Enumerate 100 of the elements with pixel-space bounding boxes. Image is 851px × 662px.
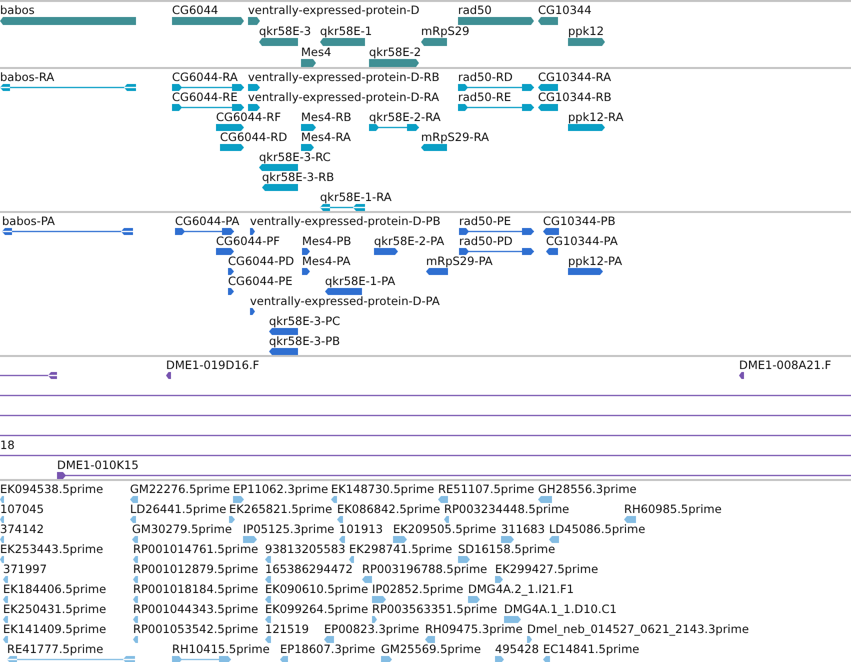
feature-label: RP001018184.5prime: [133, 583, 258, 595]
feature-label: 107045: [0, 503, 44, 515]
feature-label: rad50-RD: [458, 71, 514, 83]
feature-label: RP001053542.5prime: [133, 623, 258, 635]
feature-label: 371997: [3, 563, 47, 575]
feature-label: 101913: [339, 523, 383, 535]
feature-label: EK265821.5prime: [229, 503, 332, 515]
feature-label: RH60985.5prime: [624, 503, 722, 515]
feature-label: rad50-PE: [459, 215, 512, 227]
feature-label: CG6044: [172, 4, 220, 16]
feature-label: rad50-RE: [458, 91, 512, 103]
feature-label: 495428: [495, 643, 539, 655]
feature-label: babos-RA: [0, 71, 56, 83]
feature-label: rad50: [458, 4, 493, 16]
feature-label: EK250431.5prime: [3, 603, 106, 615]
feature-label: EK299427.5prime: [495, 563, 598, 575]
feature-label: CG10344-PB: [543, 215, 616, 227]
feature-label: ppk12: [568, 25, 605, 37]
feature-label: EK148730.5prime: [331, 483, 434, 495]
feature-label: ventrally-expressed-protein-D-RA: [248, 91, 440, 103]
feature-label: 374142: [0, 523, 44, 535]
feature-label: qkr58E-3-PC: [269, 315, 340, 327]
feature-label: RP003234448.5prime: [444, 503, 570, 515]
feature-label: RE51107.5prime: [438, 483, 534, 495]
feature-label: SD16158.5prime: [458, 543, 556, 555]
feature-label: CG6044-RF: [216, 111, 281, 123]
feature-label: Mes4: [301, 46, 332, 58]
feature-label: 18: [0, 439, 16, 451]
feature-label: EP18607.3prime: [280, 643, 376, 655]
feature-label: 311683: [501, 523, 545, 535]
feature-label: CG6044-RE: [172, 91, 239, 103]
feature-label: ventrally-expressed-protein-D: [248, 4, 420, 16]
feature-label: EK086842.5prime: [337, 503, 440, 515]
feature-label: GM25569.5prime: [381, 643, 481, 655]
feature-label: DMG4A.2_1.I21.F1: [468, 583, 574, 595]
feature-label: CG6044-RA: [172, 71, 239, 83]
feature-label: RH09475.3prime: [425, 623, 523, 635]
feature-label: EK209505.5prime: [393, 523, 496, 535]
feature-label: rad50-PD: [459, 235, 514, 247]
feature-label: qkr58E-2-RA: [369, 111, 441, 123]
feature-label: babos-PA: [2, 215, 56, 227]
feature-label: DME1-008A21.F: [739, 359, 832, 371]
feature-label: RE41777.5prime: [7, 643, 104, 655]
feature-label: qkr58E-2: [369, 46, 422, 58]
feature-label: ppk12-RA: [568, 111, 624, 123]
feature-label: EK184406.5prime: [3, 583, 106, 595]
feature-label: EK141409.5prime: [3, 623, 106, 635]
feature-label: EK298741.5prime: [349, 543, 452, 555]
feature-label: ventrally-expressed-protein-D-PB: [250, 215, 440, 227]
feature-label: 93813205583: [265, 543, 346, 555]
feature-label: Mes4-RA: [301, 131, 351, 143]
feature-label: EK090610.5prime: [265, 583, 368, 595]
feature-label: CG10344-PA: [546, 235, 618, 247]
feature-label: RP001044343.5prime: [133, 603, 258, 615]
feature-label: GH28556.3prime: [538, 483, 637, 495]
feature-label: RP003563351.5prime: [372, 603, 498, 615]
feature-label: qkr58E-1: [320, 25, 372, 37]
feature-label: CG6044-PA: [175, 215, 240, 227]
feature-label: GM22276.5prime: [130, 483, 230, 495]
feature-label: RP001014761.5prime: [133, 543, 258, 555]
feature-label: LD45086.5prime: [549, 523, 646, 535]
feature-label: CG10344: [538, 4, 592, 16]
feature-label: CG10344-RA: [538, 71, 612, 83]
feature-label: CG6044-PD: [228, 255, 294, 267]
feature-label: DMG4A.1_1.D10.C1: [504, 603, 617, 615]
feature-label: 121519: [265, 623, 309, 635]
feature-label: qkr58E-3-RC: [259, 151, 331, 163]
feature-label: CG10344-RB: [538, 91, 612, 103]
feature-label: ventrally-expressed-protein-D-PA: [250, 295, 440, 307]
feature-label: RH10415.5prime: [172, 643, 270, 655]
feature-label: RP003196788.5prime: [362, 563, 488, 575]
feature-label: EP00823.3prime: [324, 623, 420, 635]
feature-label: LD26441.5prime: [130, 503, 226, 515]
feature-label: babos: [0, 4, 36, 16]
feature-label: EK253443.5prime: [0, 543, 104, 555]
feature-label: 165386294472: [265, 563, 353, 575]
feature-label: IP05125.3prime: [243, 523, 334, 535]
feature-label: qkr58E-3-PB: [269, 335, 340, 347]
feature-label: Mes4-PA: [302, 255, 351, 267]
feature-label: CG6044-PE: [228, 275, 293, 287]
feature-label: Dmel_neb_014527_0621_2143.3prime: [527, 623, 749, 635]
feature-label: Mes4-RB: [301, 111, 352, 123]
feature-label: RP001012879.5prime: [133, 563, 258, 575]
feature-label: DME1-010K15: [57, 459, 140, 471]
feature-label: ppk12-PA: [568, 255, 622, 267]
feature-label: qkr58E-1-PA: [325, 275, 396, 287]
feature-label: mRpS29-RA: [421, 131, 489, 143]
feature-label: qkr58E-1-RA: [320, 191, 392, 203]
feature-label: qkr58E-3-RB: [262, 171, 334, 183]
feature-label: qkr58E-2-PA: [374, 235, 444, 247]
feature-label: DME1-019D16.F: [166, 359, 260, 371]
feature-label: EP11062.3prime: [233, 483, 328, 495]
feature-label: EK099264.5prime: [265, 603, 368, 615]
feature-label: qkr58E-3: [259, 25, 312, 37]
feature-label: EK094538.5prime: [0, 483, 104, 495]
feature-label: mRpS29: [421, 25, 470, 37]
feature-label: ventrally-expressed-protein-D-RB: [248, 71, 440, 83]
feature-label: EC14841.5prime: [543, 643, 640, 655]
feature-label: GM30279.5prime: [132, 523, 232, 535]
feature-label: IP02852.5prime: [372, 583, 464, 595]
